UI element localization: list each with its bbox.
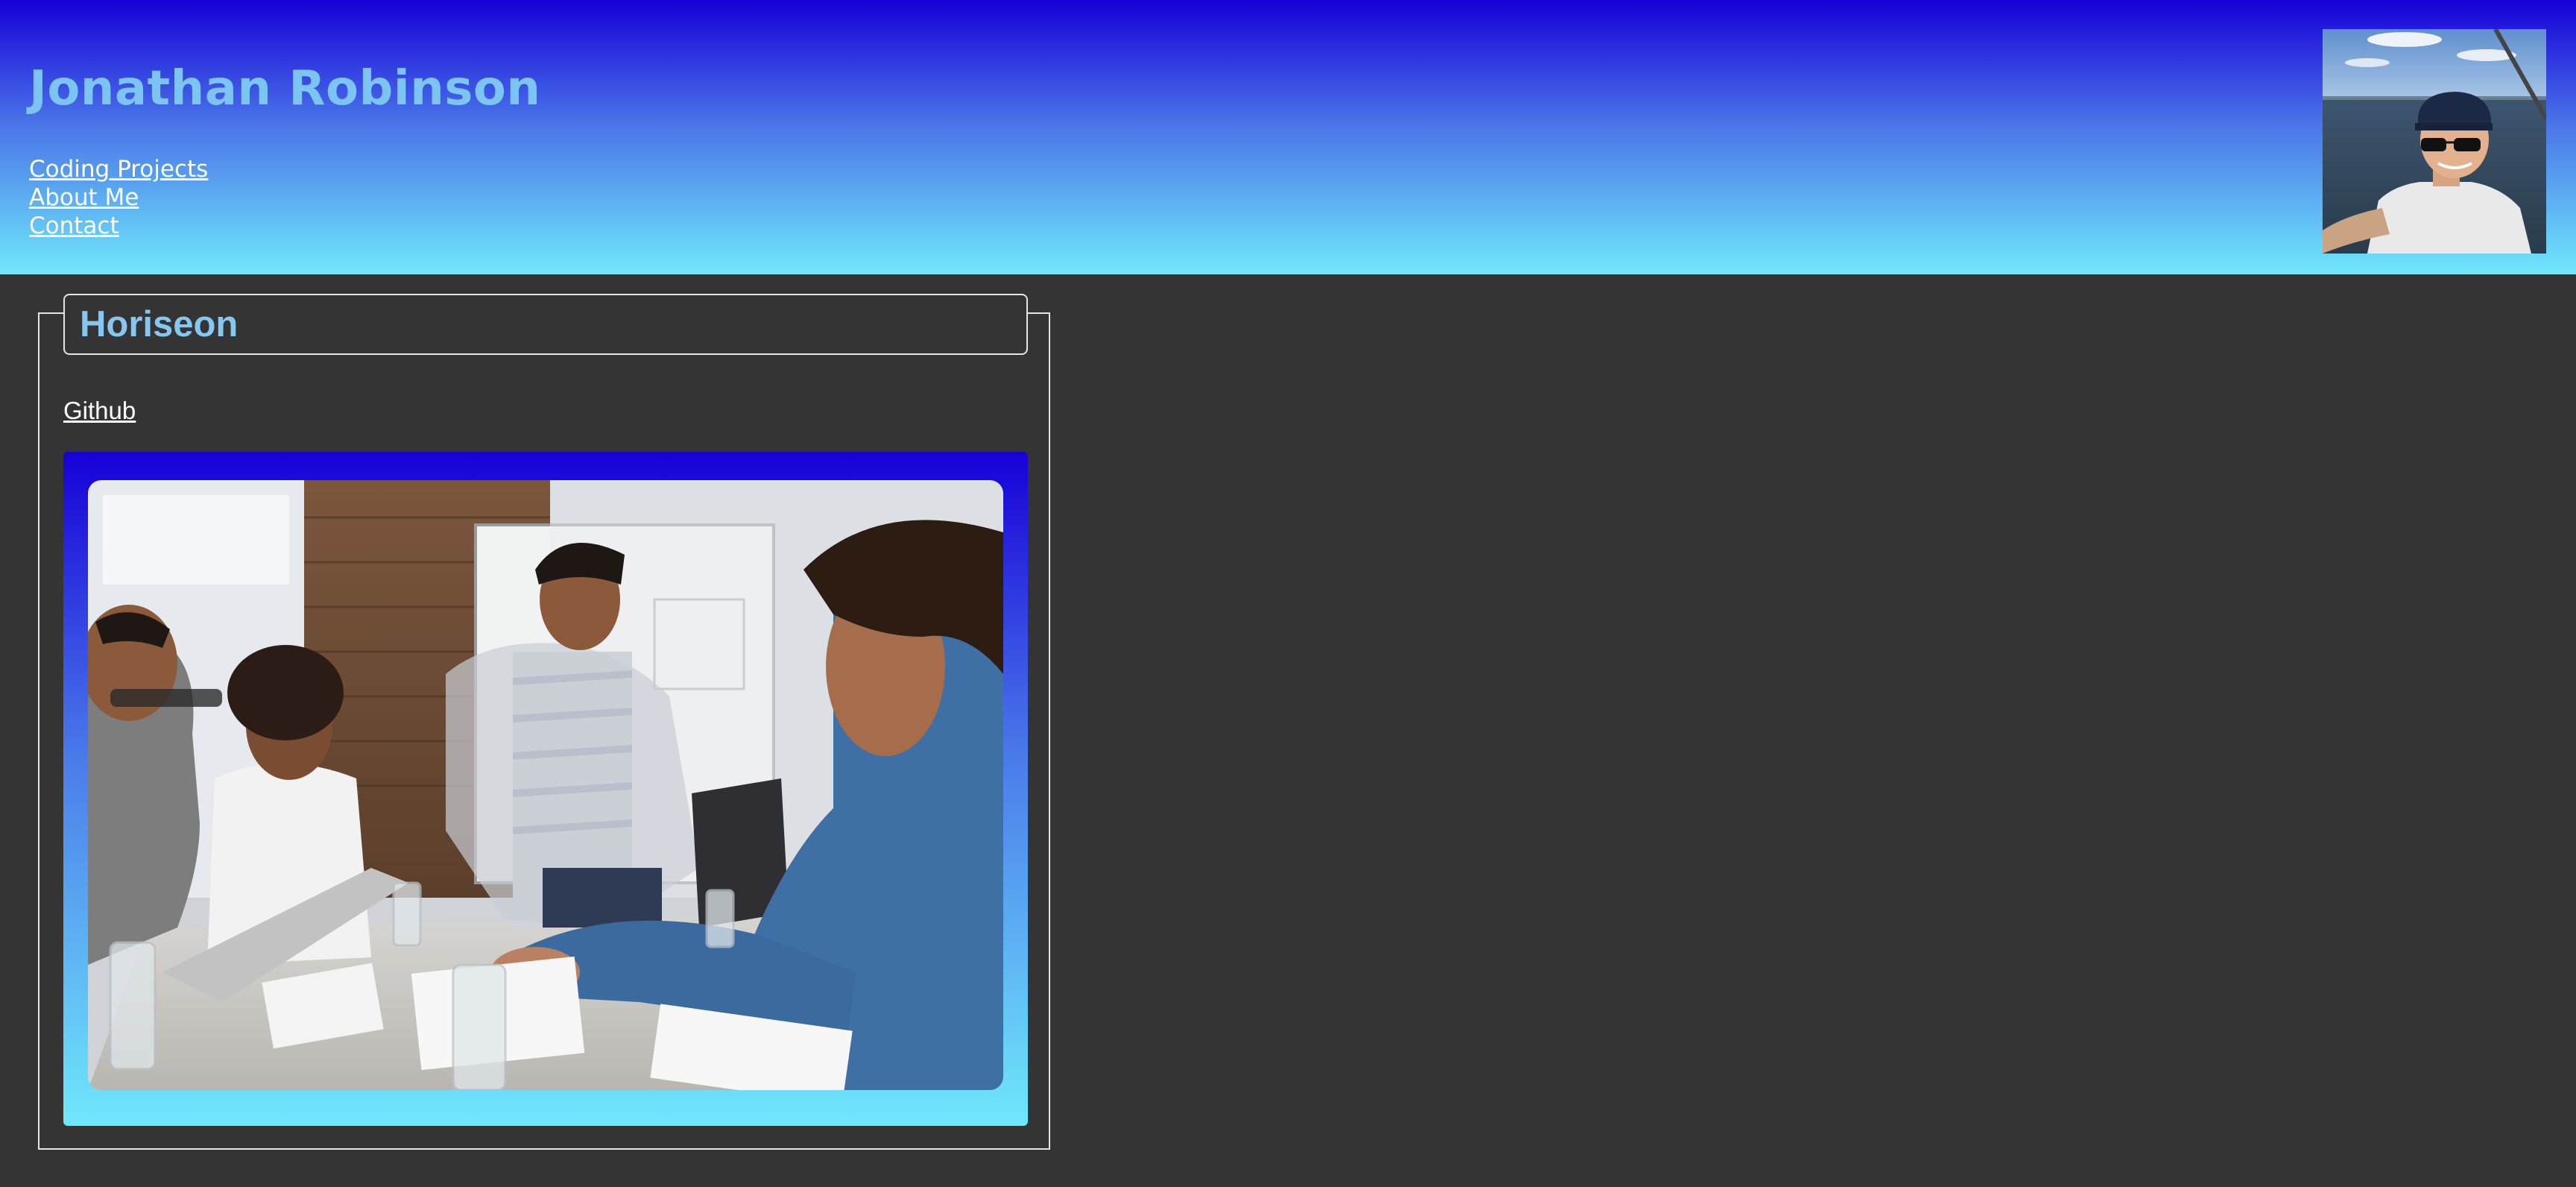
site-nav: Coding Projects About Me Contact: [29, 155, 208, 240]
site-title: Jonathan Robinson: [29, 61, 541, 116]
project-title: Horiseon: [80, 304, 239, 344]
site-header: Jonathan Robinson Coding Projects About …: [0, 0, 2576, 274]
project-title-box: Horiseon: [63, 294, 1028, 355]
project-image-frame: [63, 452, 1028, 1126]
project-screenshot-image[interactable]: [88, 480, 1003, 1090]
profile-photo: [2323, 29, 2546, 254]
nav-link-coding-projects[interactable]: Coding Projects: [29, 155, 208, 183]
github-link[interactable]: Github: [63, 397, 136, 425]
nav-link-contact[interactable]: Contact: [29, 212, 208, 240]
nav-link-about-me[interactable]: About Me: [29, 183, 208, 212]
